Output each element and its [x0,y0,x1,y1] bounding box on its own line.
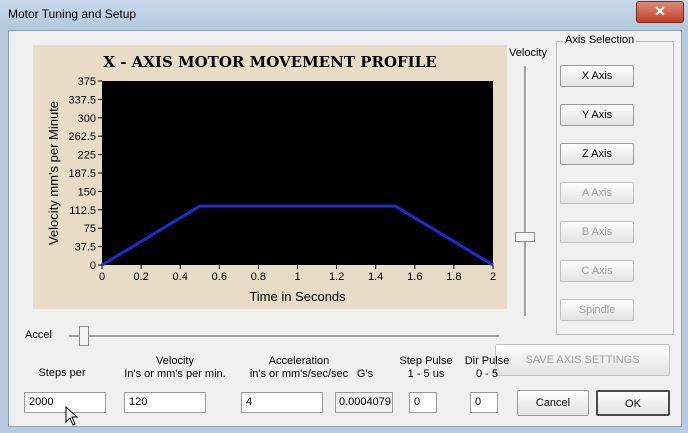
steps-per-label: Steps per [38,367,86,379]
title-bar[interactable]: Motor Tuning and Setup ✕ [0,0,688,30]
ok-button[interactable]: OK [596,390,670,416]
y-tick-label: 75 [84,223,96,235]
accel-slider-thumb[interactable] [79,326,89,346]
axis-button-x-axis[interactable]: X Axis [560,65,634,87]
x-tick-label: 1.4 [368,271,383,283]
y-tick-label: 300 [78,113,96,125]
x-tick-label: 0.8 [251,271,266,283]
acceleration-input[interactable]: 4 [241,392,323,413]
x-tick-label: 1 [294,271,300,283]
y-tick-label: 187.5 [68,168,96,180]
y-tick-label: 337.5 [68,94,96,106]
axis-button-spindle[interactable]: Spindle [560,299,634,321]
step-pulse-input[interactable]: 0 [409,392,437,413]
x-tick-label: 0.2 [133,271,148,283]
axis-button-b-axis[interactable]: B Axis [560,221,634,243]
motion-profile-chart: 0 0.2 0.4 0.6 0.8 1 1.2 1.4 1.6 1.8 2 0 37.5 75 112.5 1… [46,76,496,304]
gs-label: G's [356,368,374,380]
y-axis-label: Velocity mm's per Minute [46,101,61,245]
velocity-slider-track[interactable] [524,66,527,316]
save-axis-settings-button[interactable]: SAVE AXIS SETTINGS [495,344,670,376]
y-tick-label: 375 [78,76,96,88]
dir-pulse-label: Dir Pulse 0 - 5 [457,355,517,381]
y-tick-label: 112.5 [69,205,96,217]
velocity-slider-label: Velocity [509,47,547,59]
accel-slider-track[interactable] [69,335,499,338]
x-tick-label: 0.6 [212,271,227,283]
dir-pulse-label-line2: 0 - 5 [475,368,498,380]
step-pulse-label: Step Pulse 1 - 5 us [391,355,461,381]
dir-pulse-input[interactable]: 0 [470,392,498,413]
x-tick-label: 1.6 [407,271,422,283]
y-tick-label: 225 [78,150,96,162]
x-tick-label: 1.2 [329,271,344,283]
dialog-client-area: X - AXIS MOTOR MOVEMENT PROFILE 0 0.2 0.4 0… [8,30,682,427]
step-pulse-label-line1: Step Pulse [399,355,453,367]
chart-panel: X - AXIS MOTOR MOVEMENT PROFILE 0 0.2 0.4 0… [33,45,507,309]
x-tick-label: 0.4 [173,271,188,283]
y-tick-label: 262.5 [68,131,96,143]
step-pulse-label-line2: 1 - 5 us [407,368,445,380]
y-tick-label: 0 [90,260,96,272]
gs-value: 0.0004079 [335,392,393,413]
window-title: Motor Tuning and Setup [8,7,137,21]
velocity-input[interactable]: 120 [124,392,206,413]
cancel-button[interactable]: Cancel [517,390,589,416]
mouse-cursor-icon [65,406,79,426]
window-frame: X - AXIS MOTOR MOVEMENT PROFILE 0 0.2 0.4 0… [0,30,688,433]
x-tick-label: 1.8 [446,271,461,283]
x-tick-label: 0 [99,271,105,283]
velocity-label: Velocity In's or mm's per min. [115,355,235,381]
axis-button-y-axis[interactable]: Y Axis [560,104,634,126]
y-tick-label: 150 [78,186,96,198]
plot-area [102,81,493,265]
acceleration-label-line1: Acceleration [268,355,330,367]
velocity-label-line1: Velocity [156,355,194,367]
x-tick-label: 2 [490,271,496,283]
dir-pulse-label-line1: Dir Pulse [464,355,510,367]
axis-button-a-axis[interactable]: A Axis [560,182,634,204]
axis-selection-title: Axis Selection [563,34,637,47]
axis-button-z-axis[interactable]: Z Axis [560,143,634,165]
x-axis-label: Time in Seconds [249,289,346,304]
accel-slider-label: Accel [25,329,52,341]
close-icon: ✕ [654,3,666,19]
axis-button-c-axis[interactable]: C Axis [560,260,634,282]
y-tick-label: 37.5 [75,242,96,254]
velocity-slider-thumb[interactable] [515,232,535,242]
close-button[interactable]: ✕ [636,1,684,23]
velocity-label-line2: In's or mm's per min. [124,368,226,380]
